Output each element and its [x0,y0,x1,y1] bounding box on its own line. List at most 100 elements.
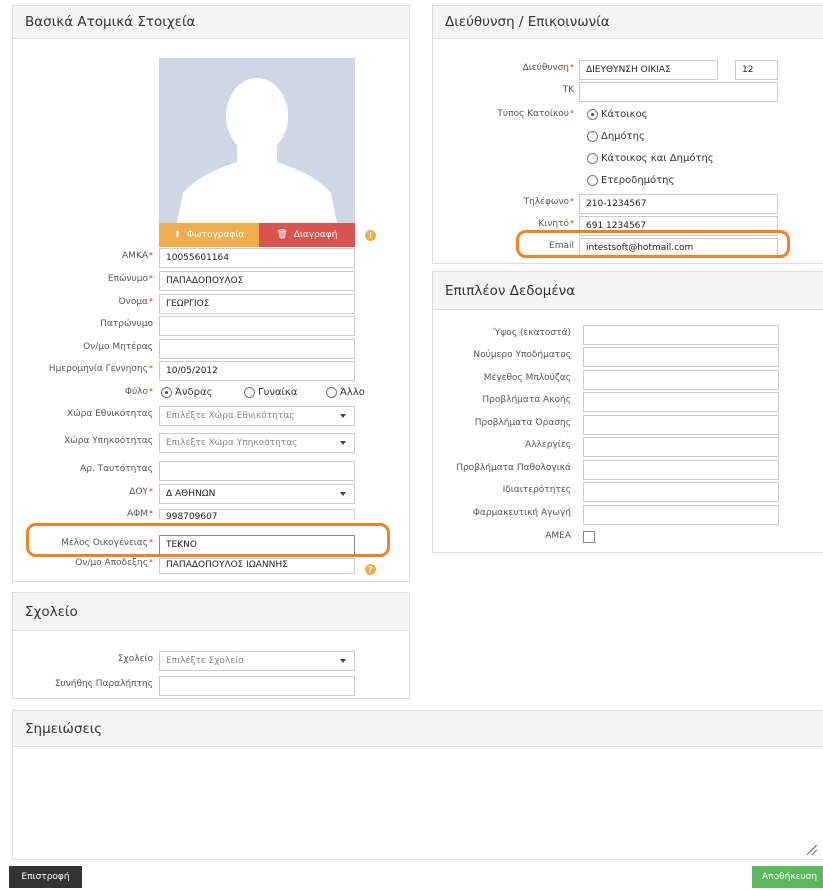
notes-textarea[interactable] [13,747,823,859]
citizen-radio[interactable]: Δημότης [587,131,645,142]
doy-value: Δ ΑΘΗΝΩΝ [166,489,216,499]
surname-input[interactable]: ΠΑΠΑΔΟΠΟΥΛΟΣ [159,271,355,291]
resident-radio[interactable]: Κάτοικος [587,109,648,120]
medication-row: Φαρμακευτική Αγωγή [433,505,571,525]
mother-name-input[interactable] [159,339,355,359]
phone-input[interactable]: 210-1234567 [579,194,778,214]
address-panel: Διεύθυνση / Επικοινωνία Διεύθυνση* ΔΙΕΥΘ… [432,5,823,264]
afm-row: ΑΦΜ* [13,509,153,519]
radio-circle-icon [244,387,255,398]
id-row: Αρ. Ταυτότητας [13,461,153,481]
shoe-size-input[interactable] [583,347,779,367]
hearing-input[interactable] [583,392,779,412]
father-name-input[interactable] [159,316,355,336]
caret-down-icon [340,492,346,496]
address-input[interactable]: ΔΙΕΥΘΥΝΣΗ ΟΙΚΙΑΣ [579,60,718,80]
photo-button[interactable]: ⬆ Φωτογραφία [159,223,259,247]
pickup-input[interactable] [159,676,355,696]
notes-panel-title: Σημειώσεις [13,711,823,747]
address-number-input[interactable]: 12 [735,60,778,80]
id-number-input[interactable] [159,461,355,481]
radio-circle-icon [587,153,598,164]
birthdate-row: Ημερομηνία Γέννησης* [13,361,153,381]
gender-female-radio[interactable]: Γυναίκα [244,387,297,398]
radio-circle-icon [587,131,598,142]
special-input[interactable] [583,482,779,502]
vision-input[interactable] [583,415,779,435]
gender-other-radio[interactable]: Άλλο [326,387,365,398]
birthdate-input[interactable]: 10/05/2012 [159,361,355,381]
resident-label: Τύπος Κατοίκου* [497,109,574,119]
back-button[interactable]: Επιστροφή [9,866,82,888]
caret-down-icon [340,659,346,663]
nationality-row: Χώρα Εθνικότητας [13,406,153,426]
allergies-row: Αλλεργίες [433,437,571,457]
citizen-option-label: Δημότης [601,131,645,142]
notes-panel: Σημειώσεις [12,710,823,860]
help-icon[interactable]: ? [365,564,376,575]
radio-circle-icon [326,387,337,398]
pathology-input[interactable] [583,460,779,480]
resident-citizen-option-label: Κάτοικος και Δημότης [601,153,714,164]
school-select[interactable]: Επιλέξτε Σχολείο [159,651,355,671]
amka-label: ΑΜΚΑ* [122,251,153,261]
afm-input[interactable]: 998709607 [159,509,355,519]
citizenship-row: Χώρα Υπηκοότητας [13,433,153,453]
doy-row: ΔΟΥ* [13,484,153,504]
phone-label: Τηλέφωνο* [523,197,574,207]
father-label: Πατρώνυμο [100,319,153,329]
phone-row: Τηλέφωνο* [433,194,574,214]
pathology-row: Προβλήματα Παθολογικά [433,460,571,480]
name-row: Όνομα* [13,294,153,314]
tk-input[interactable] [579,82,778,102]
resident-option-label: Κάτοικος [601,109,648,120]
vision-label: Προβλήματα Όρασης [474,418,571,428]
special-row: Ιδιαιτερότητες [433,482,571,502]
resident-citizen-radio[interactable]: Κάτοικος και Δημότης [587,153,714,164]
resident-row: Τύπος Κατοίκου* [433,106,574,126]
hearing-label: Προβλήματα Ακοής [482,395,571,405]
gender-male-radio[interactable]: Άνδρας [161,387,212,398]
recipient-input[interactable]: ΠΑΠΑΔΟΠΟΥΛΟΣ ΙΩΑΝΝΗΣ [159,558,355,574]
avatar [159,58,355,223]
info-icon[interactable]: ! [365,230,376,241]
non-citizen-radio[interactable]: Ετεροδημότης [587,175,674,186]
nationality-select[interactable]: Επιλέξτε Χώρα Εθνικότητας [159,406,355,426]
amea-row: ΑΜΕΑ [433,528,571,548]
name-label: Όνομα* [118,297,153,307]
id-label: Αρ. Ταυτότητας [80,464,153,474]
resize-handle-icon[interactable] [807,845,817,855]
doy-select[interactable]: Δ ΑΘΗΝΩΝ [159,484,355,504]
school-placeholder: Επιλέξτε Σχολείο [166,656,244,666]
school-label: Σχολείο [117,654,153,664]
doy-label: ΔΟΥ* [129,487,153,497]
height-input[interactable] [583,325,779,345]
hearing-row: Προβλήματα Ακοής [433,392,571,412]
allergies-label: Αλλεργίες [525,440,571,450]
upload-icon: ⬆ [173,230,182,240]
amka-input[interactable]: 10055601164 [159,248,355,268]
shirt-size-row: Μέγεθος Μπλούζας [433,370,571,390]
medication-input[interactable] [583,505,779,525]
pickup-row: Συνήθης Παραλήπτης [13,676,153,696]
vision-row: Προβλήματα Όρασης [433,415,571,435]
delete-photo-button[interactable]: 🗑 Διαγραφή [259,223,355,247]
shirt-size-input[interactable] [583,370,779,390]
recipient-row: Ον/μο Αποδεξης* [13,558,153,572]
height-label: Ύψος (εκατοστά) [492,328,571,338]
nationality-label: Χώρα Εθνικότητας [66,409,153,419]
school-panel: Σχολείο Σχολείο Επιλέξτε Σχολείο Συνήθης… [12,592,410,699]
nationality-placeholder: Επιλέξτε Χώρα Εθνικότητας [166,411,295,421]
gender-row: Φύλο* [13,384,153,404]
amea-label-text: ΑΜΕΑ [545,531,571,541]
gender-female-label: Γυναίκα [258,387,298,398]
medication-label: Φαρμακευτική Αγωγή [472,508,571,518]
amea-checkbox[interactable] [583,531,595,543]
name-input[interactable]: ΓΕΩΡΓΙΟΣ [159,294,355,314]
shirt-size-label: Μέγεθος Μπλούζας [483,373,571,383]
allergies-input[interactable] [583,437,779,457]
save-button[interactable]: Αποθήκευση [752,866,823,888]
photo-button-label: Φωτογραφία [186,230,245,240]
citizenship-select[interactable]: Επιλέξτε Χώρα Υπηκοότητας [159,433,355,453]
gender-other-label: Άλλο [340,387,365,398]
